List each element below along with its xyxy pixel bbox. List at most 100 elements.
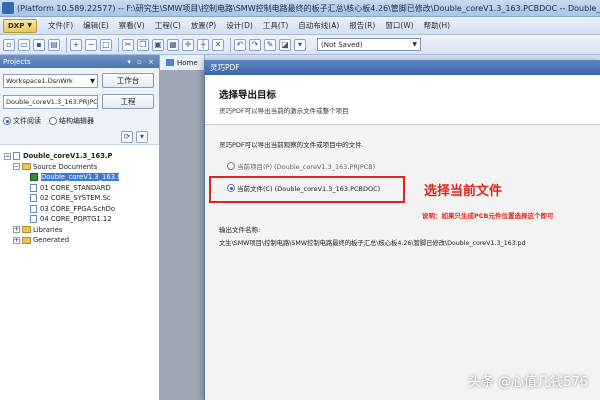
tree-file-label: 04 CORE_PORTG1.12: [40, 215, 112, 224]
workspace-value: Workspace1.DsnWrk: [6, 76, 73, 85]
schematic-document-icon: [30, 194, 37, 203]
folder-icon: [22, 236, 31, 244]
toolbar-separator: [66, 37, 67, 52]
menu-bar: DXP ▼ 文件(F) 编辑(E) 察看(V) 工程(C) 放置(P) 设计(D…: [0, 17, 600, 35]
workspace-select[interactable]: Workspace1.DsnWrk ▼: [3, 73, 98, 88]
structure-editor-radio[interactable]: [49, 117, 57, 125]
folder-icon: [22, 163, 31, 171]
print-icon[interactable]: ▤: [48, 38, 60, 51]
file-view-label[interactable]: 文件阅读: [13, 116, 41, 126]
project-tree: − Double_coreV1.3_163.P − Source Documen…: [0, 145, 159, 252]
zoom-out-icon[interactable]: −: [85, 38, 97, 51]
output-file-path[interactable]: 文生\SMW项目\控制电路\SMW控制电路最终的板子汇总\核心板4.26\管脚已…: [219, 238, 526, 247]
structure-editor-label[interactable]: 结构编辑器: [59, 116, 94, 126]
expand-icon[interactable]: +: [13, 236, 20, 244]
undo-icon[interactable]: ↶: [234, 38, 246, 51]
workspace-button[interactable]: 工作台: [102, 73, 154, 88]
move-icon[interactable]: ✛: [182, 38, 194, 51]
project-row: Double_coreV1.3_163.PRJPCB 工程: [0, 89, 159, 110]
tree-file-item[interactable]: Double_coreV1.3_163.I: [4, 172, 155, 183]
copy-icon[interactable]: ❐: [137, 38, 149, 51]
panel-controls-icon[interactable]: ▾ ▫ ×: [127, 58, 156, 66]
refresh-icon[interactable]: ⟳: [121, 130, 133, 143]
tree-source-documents[interactable]: − Source Documents: [4, 162, 155, 173]
pencil-icon[interactable]: ✎: [264, 38, 276, 51]
new-file-icon[interactable]: ▫: [3, 38, 15, 51]
menu-reports[interactable]: 报告(R): [344, 20, 380, 31]
project-icon: [13, 152, 20, 161]
dialog-title: 灵巧PDF: [210, 63, 240, 72]
generated-label: Generated: [33, 236, 70, 245]
menu-design[interactable]: 设计(D): [221, 20, 258, 31]
options-icon[interactable]: ▾: [136, 130, 148, 143]
tree-generated[interactable]: + Generated: [4, 235, 155, 246]
save-state-select[interactable]: (Not Saved) ▼: [317, 38, 421, 51]
schematic-document-icon: [30, 215, 37, 224]
project-field[interactable]: Double_coreV1.3_163.PRJPCB: [3, 94, 98, 109]
filter-icon[interactable]: ▾: [294, 38, 306, 51]
menu-tools[interactable]: 工具(T): [258, 20, 293, 31]
open-folder-icon[interactable]: ▭: [18, 38, 30, 51]
projects-panel-title: Projects: [3, 57, 31, 66]
paste-icon[interactable]: ▣: [152, 38, 164, 51]
tree-root[interactable]: − Double_coreV1.3_163.P: [4, 151, 155, 162]
option-current-project[interactable]: 当前项目(P) (Double_coreV1.3_163.PRJPCB): [227, 161, 600, 171]
dialog-subheading: 灵巧PDF可以导出当前的激示文件或整个项目: [219, 107, 349, 115]
collapse-icon[interactable]: −: [4, 152, 11, 160]
tree-file-item[interactable]: 02 CORE_SYSTEM.Sc: [4, 193, 155, 204]
project-value: Double_coreV1.3_163.PRJPCB: [6, 97, 98, 106]
collapse-icon[interactable]: −: [13, 163, 20, 171]
menu-place[interactable]: 放置(P): [186, 20, 221, 31]
tree-file-item[interactable]: 01 CORE_STANDARD: [4, 183, 155, 194]
projects-panel-header: Projects ▾ ▫ ×: [0, 55, 159, 68]
watermark: 头条 @心值几钱576: [468, 375, 588, 390]
dialog-header: 选择导出目标 灵巧PDF可以导出当前的激示文件或整个项目: [205, 75, 600, 125]
dxp-menu-button[interactable]: DXP ▼: [3, 18, 37, 33]
dialog-title-bar: 灵巧PDF: [205, 60, 600, 75]
menu-file[interactable]: 文件(F): [43, 20, 78, 31]
tree-file-item[interactable]: 04 CORE_PORTG1.12: [4, 214, 155, 225]
current-project-radio[interactable]: [227, 162, 235, 170]
current-project-label[interactable]: 当前项目(P) (Double_coreV1.3_163.PRJPCB): [237, 161, 375, 171]
toolbar-separator: [230, 37, 231, 52]
tree-file-label: Double_coreV1.3_163.I: [41, 173, 120, 182]
tree-file-item[interactable]: 03 CORE_FPGA.SchDo: [4, 204, 155, 215]
tree-file-label: 02 CORE_SYSTEM.Sc: [40, 194, 111, 203]
zoom-in-icon[interactable]: +: [70, 38, 82, 51]
source-documents-label: Source Documents: [33, 162, 98, 171]
annotation-note: 说明：如果只生成PCB元件位置选择这个即可: [422, 212, 554, 220]
pcb-document-icon: [30, 173, 38, 182]
dxp-label: DXP: [8, 21, 25, 30]
tree-file-label: 03 CORE_FPGA.SchDo: [40, 204, 116, 213]
tab-home[interactable]: Home: [160, 55, 205, 70]
schematic-document-icon: [30, 183, 37, 192]
menu-view[interactable]: 察看(V): [114, 20, 150, 31]
select-icon[interactable]: ▦: [167, 38, 179, 51]
schematic-document-icon: [30, 204, 37, 213]
deselect-icon[interactable]: ✕: [212, 38, 224, 51]
redo-icon[interactable]: ↷: [249, 38, 261, 51]
dialog-description: 灵巧PDF可以导出当前观察的文件或项目中的文件.: [219, 141, 364, 149]
save-icon[interactable]: ▪: [33, 38, 45, 51]
window-title-bar: (Platform 10.589.22577) -- F:\研究生\SMW项目\…: [0, 0, 600, 17]
tree-libraries[interactable]: + Libraries: [4, 225, 155, 236]
document-area: Home 灵巧PDF 选择导出目标 灵巧PDF可以导出当前的激示文件或整个项目 …: [160, 55, 600, 400]
menu-edit[interactable]: 编辑(E): [78, 20, 114, 31]
expand-icon[interactable]: +: [13, 226, 20, 234]
dialog-heading: 选择导出目标: [219, 90, 277, 101]
file-view-radio[interactable]: [3, 117, 11, 125]
menu-autoroute[interactable]: 自动布线(A): [293, 20, 344, 31]
cut-icon[interactable]: ✂: [122, 38, 134, 51]
align-icon[interactable]: ┼: [197, 38, 209, 51]
annotation-title: 选择当前文件: [424, 184, 503, 199]
home-icon: [166, 59, 174, 66]
highlight-icon[interactable]: ◪: [279, 38, 291, 51]
toolbar-separator: [118, 37, 119, 52]
project-button[interactable]: 工程: [102, 94, 154, 109]
workspace-row: Workspace1.DsnWrk ▼ 工作台: [0, 68, 159, 89]
zoom-fit-icon[interactable]: □: [100, 38, 112, 51]
menu-project[interactable]: 工程(C): [150, 20, 186, 31]
libraries-label: Libraries: [33, 225, 63, 234]
menu-window[interactable]: 窗口(W): [380, 20, 418, 31]
menu-help[interactable]: 帮助(H): [419, 20, 456, 31]
